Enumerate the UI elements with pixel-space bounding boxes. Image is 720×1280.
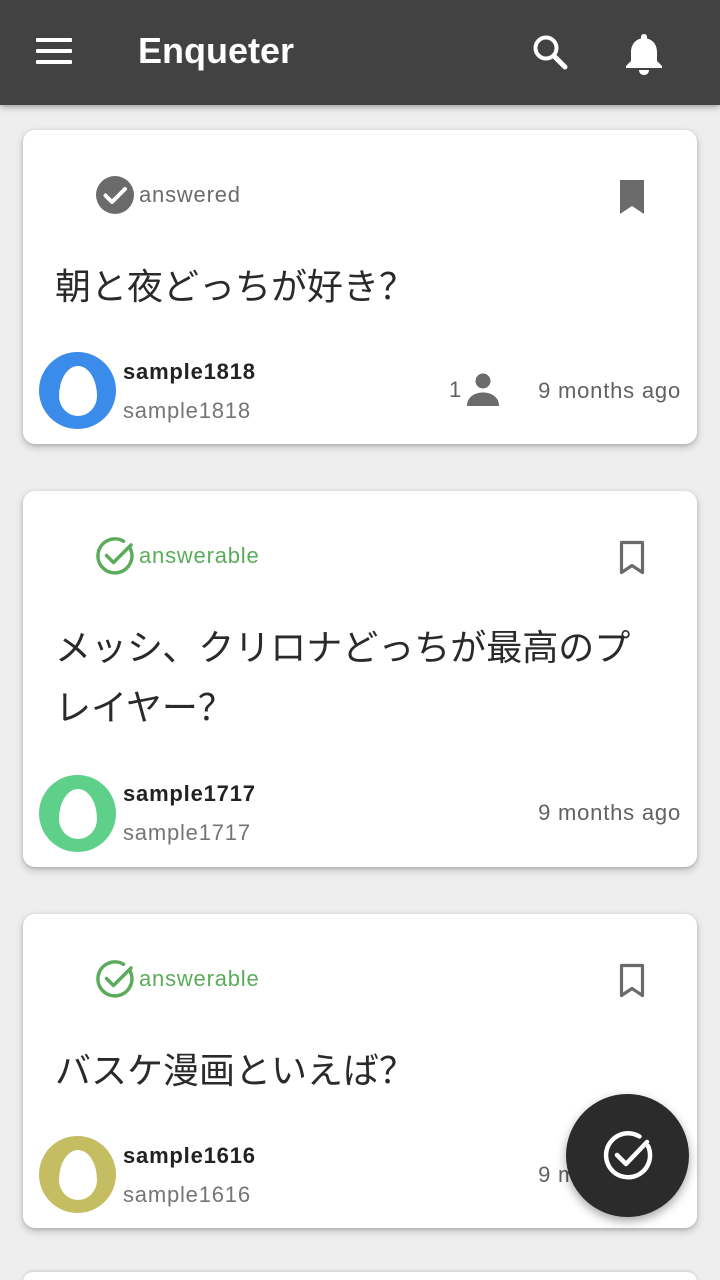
check-circle-filled-icon	[96, 176, 134, 214]
bookmark-outline-icon[interactable]	[617, 962, 647, 1000]
post-card[interactable]: answered 朝と夜どっちが好き？ sample1818 sample181…	[23, 130, 697, 444]
search-icon[interactable]	[530, 32, 570, 72]
user-name: sample1616	[123, 1143, 256, 1168]
bookmark-filled-icon[interactable]	[617, 178, 647, 216]
post-card-partial	[23, 1272, 697, 1280]
question-text: メッシ、クリロナどっちが最高のプレイヤー？	[55, 628, 631, 729]
create-enquete-fab[interactable]	[566, 1094, 689, 1217]
status-label: answered	[139, 182, 241, 207]
user-id: sample1717	[123, 820, 251, 845]
question-text: 朝と夜どっちが好き？	[55, 267, 416, 308]
bookmark-outline-icon[interactable]	[617, 539, 647, 577]
user-id: sample1818	[123, 398, 251, 423]
check-circle-icon	[603, 1130, 652, 1179]
user-name: sample1717	[123, 781, 256, 806]
answer-count: 1	[449, 370, 503, 410]
status-label: answerable	[139, 966, 260, 991]
status-answered: answered	[95, 175, 241, 215]
timestamp: 9 months ago	[538, 378, 681, 403]
user-name: sample1818	[123, 359, 256, 384]
post-card[interactable]: answerable メッシ、クリロナどっちが最高のプレイヤー？ sample1…	[23, 491, 697, 867]
person-icon	[467, 373, 500, 406]
avatar[interactable]	[39, 775, 116, 852]
status-label: answerable	[139, 543, 260, 568]
answer-count-value: 1	[449, 377, 462, 402]
avatar[interactable]	[39, 1136, 116, 1213]
app-bar: Enqueter	[0, 0, 720, 105]
user-id: sample1616	[123, 1182, 251, 1207]
bell-icon[interactable]	[622, 30, 666, 76]
timestamp: 9 months ago	[538, 800, 681, 825]
status-answerable: answerable	[95, 959, 260, 999]
question-text: バスケ漫画といえば？	[55, 1051, 416, 1092]
check-circle-outline-icon	[96, 537, 134, 575]
avatar[interactable]	[39, 352, 116, 429]
menu-icon[interactable]	[36, 38, 72, 64]
app-title: Enqueter	[138, 30, 295, 71]
check-circle-outline-icon	[96, 960, 134, 998]
status-answerable: answerable	[95, 536, 260, 576]
